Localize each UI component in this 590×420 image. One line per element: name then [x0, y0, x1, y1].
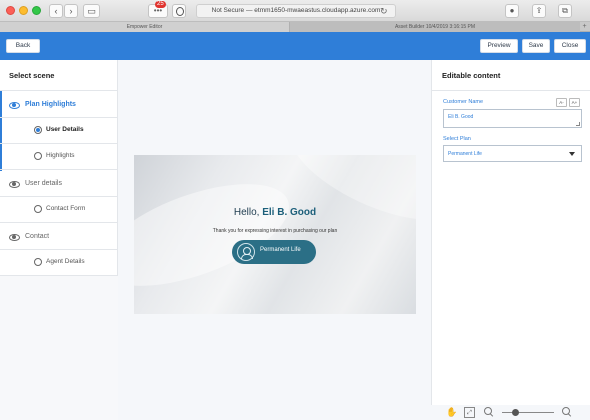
share-icon[interactable]: ⇪: [532, 4, 546, 18]
hand-pan-icon[interactable]: ✋: [446, 407, 457, 418]
scene-panel-header: Select scene: [0, 60, 118, 91]
editable-panel-header: Editable content: [432, 60, 590, 91]
tabs-overview-icon[interactable]: ⧉: [558, 4, 572, 18]
eye-icon: [9, 101, 20, 109]
close-button[interactable]: Close: [554, 39, 586, 53]
tab-bar: Empower Editor Asset Builder 10/4/2019 3…: [0, 22, 590, 32]
browser-toolbar: ‹ › ▭ ••• 25 Not Secure — etmm1650-mwaea…: [0, 0, 590, 22]
scene-item-label: Highlights: [46, 152, 75, 159]
download-icon[interactable]: ●: [505, 4, 519, 18]
scene-slide[interactable]: Hello, Eli B. Good Thank you for express…: [134, 155, 416, 314]
scene-panel-empty-area: [0, 276, 118, 420]
resize-handle-icon[interactable]: [576, 122, 580, 126]
radio-icon[interactable]: [34, 152, 42, 160]
save-button[interactable]: Save: [522, 39, 550, 53]
scene-panel-title: Select scene: [9, 71, 55, 80]
greeting-heading: Hello, Eli B. Good: [134, 207, 416, 218]
sidebar-toggle-icon[interactable]: ▭: [83, 4, 100, 18]
select-plan-value: Permanent Life: [448, 151, 482, 157]
customer-name-value: Eli B. Good: [448, 114, 474, 120]
scene-item-highlights[interactable]: Highlights: [0, 144, 118, 170]
section-plan-highlights[interactable]: Plan Highlights: [0, 91, 118, 118]
scene-item-label: Contact Form: [46, 205, 86, 212]
radio-selected-icon[interactable]: [34, 126, 42, 134]
chevron-down-icon: [569, 152, 575, 156]
browser-back-icon[interactable]: ‹: [49, 4, 63, 18]
canvas-toolbar: ✋ ⤢: [118, 405, 590, 420]
url-bar[interactable]: Not Secure — etmm1650-mwaeastus.cloudapp…: [196, 4, 396, 18]
radio-icon[interactable]: [34, 258, 42, 266]
increase-font-button[interactable]: A+: [569, 98, 580, 107]
zoom-slider-handle[interactable]: [511, 409, 519, 416]
section-label: Plan Highlights: [25, 101, 76, 108]
fullscreen-window-icon[interactable]: [32, 6, 41, 15]
scene-item-label: User Details: [46, 126, 84, 133]
eye-icon: [9, 233, 20, 241]
app-header: Back Preview Save Close: [0, 32, 590, 60]
section-label: Contact: [25, 233, 50, 240]
preview-canvas: Hello, Eli B. Good Thank you for express…: [118, 60, 431, 405]
greeting-text: Hello,: [233, 207, 260, 218]
new-tab-icon[interactable]: +: [579, 22, 590, 32]
reload-icon[interactable]: ↻: [380, 4, 388, 18]
radio-icon[interactable]: [34, 205, 42, 213]
scene-item-contact-form[interactable]: Contact Form: [0, 197, 118, 223]
tab-empower-editor[interactable]: Empower Editor: [0, 22, 290, 32]
back-button[interactable]: Back: [6, 39, 40, 53]
privacy-icon[interactable]: [172, 4, 186, 18]
plan-button-label: Permanent Life: [260, 247, 301, 253]
select-plan-label: Select Plan: [443, 136, 471, 142]
select-plan-dropdown[interactable]: Permanent Life: [443, 145, 582, 162]
section-contact[interactable]: Contact: [0, 223, 118, 250]
customer-name-field[interactable]: Eli B. Good: [443, 109, 582, 128]
zoom-in-icon[interactable]: [562, 407, 572, 417]
plan-button[interactable]: Permanent Life: [232, 240, 316, 264]
zoom-out-icon[interactable]: [484, 407, 494, 417]
scene-panel: Select scene Plan Highlights User Detail…: [0, 60, 118, 420]
preview-button[interactable]: Preview: [480, 39, 518, 53]
browser-forward-icon[interactable]: ›: [64, 4, 78, 18]
scene-item-label: Agent Details: [46, 258, 85, 265]
extension-badge: 25: [155, 1, 166, 8]
section-user-details[interactable]: User details: [0, 170, 118, 197]
customer-name-text: Eli B. Good: [262, 207, 317, 218]
minimize-window-icon[interactable]: [19, 6, 28, 15]
slide-background-glow: [134, 163, 302, 307]
tab-asset-builder[interactable]: Asset Builder 10/4/2019 3:16:15 PM: [290, 22, 580, 32]
scene-item-agent-details[interactable]: Agent Details: [0, 250, 118, 276]
person-icon: [237, 243, 255, 261]
eye-icon: [9, 180, 20, 188]
scene-item-user-details[interactable]: User Details: [0, 118, 118, 144]
close-window-icon[interactable]: [6, 6, 15, 15]
fit-screen-icon[interactable]: ⤢: [464, 407, 475, 418]
thank-you-message: Thank you for expressing interest in pur…: [212, 228, 338, 234]
decrease-font-button[interactable]: A-: [556, 98, 567, 107]
zoom-slider[interactable]: [502, 412, 554, 413]
editable-panel-title: Editable content: [442, 71, 501, 80]
section-label: User details: [25, 180, 62, 187]
editable-content-panel: Editable content Customer Name A- A+ Eli…: [431, 60, 590, 405]
customer-name-label: Customer Name: [443, 99, 484, 105]
